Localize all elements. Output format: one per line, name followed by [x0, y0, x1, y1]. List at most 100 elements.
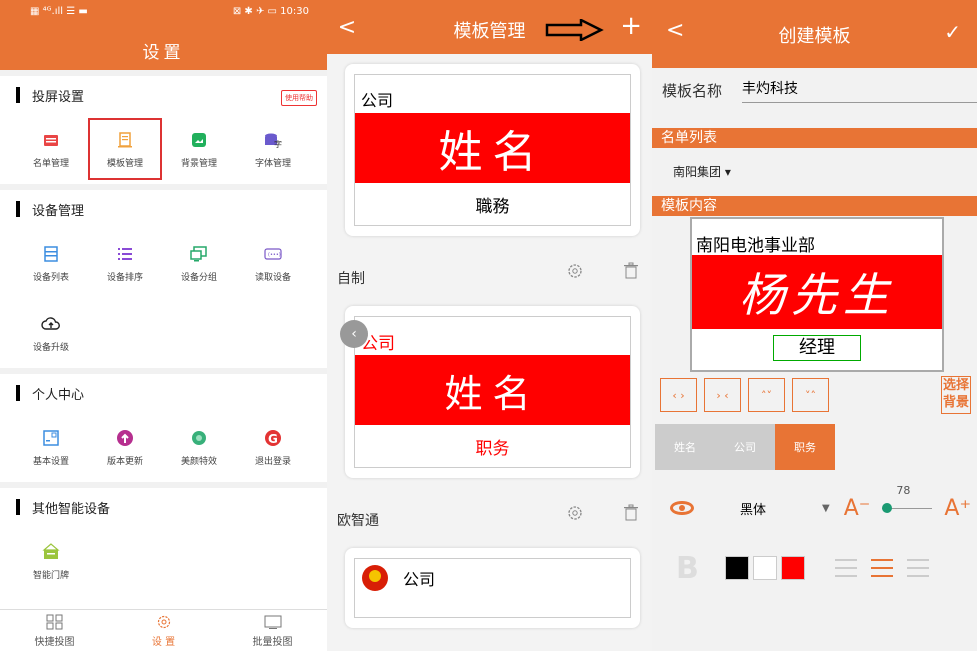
read-device-item[interactable]: (•••) 读取设备 — [236, 244, 310, 283]
trash-icon[interactable] — [622, 262, 640, 280]
gear-icon — [157, 615, 170, 628]
tab-title[interactable]: 职务 — [775, 424, 835, 470]
emblem-icon — [362, 565, 388, 591]
device-grid-row1: 设备列表 设备排序 设备分组 (•••) 读取设备 — [0, 228, 327, 298]
section-label: 投屏设置 — [32, 89, 85, 105]
add-template-button[interactable]: + — [620, 11, 642, 41]
template-card[interactable]: 公司 — [345, 548, 640, 628]
section-personal-center: 个人中心 — [0, 368, 327, 412]
device-list-icon — [44, 245, 58, 262]
template-label: 自制 — [337, 271, 365, 287]
status-left: ▦ ⁴ᴳ.ıll ☰ ▬ — [30, 6, 88, 17]
template-name-label: 模板名称 — [662, 82, 723, 100]
version-update-item[interactable]: 版本更新 — [88, 428, 162, 467]
page-title: 创建模板 — [778, 26, 851, 47]
list-dropdown[interactable]: 南阳集团 ▾ — [673, 163, 731, 180]
align-right-icon[interactable] — [906, 559, 929, 577]
help-button[interactable]: 使用帮助 — [281, 90, 317, 106]
roster-management-item[interactable]: 名单管理 — [14, 130, 88, 169]
beauty-effects-item[interactable]: 美颜特效 — [162, 428, 236, 467]
settings-screen: ▦ ⁴ᴳ.ıll ☰ ▬ ⊠ ✱ ✈ ▭ 10:30 设置 投屏设置 使用帮助 … — [0, 0, 327, 651]
confirm-button[interactable]: ✓ — [944, 20, 961, 44]
chevron-down-icon[interactable]: ▼ — [822, 503, 830, 514]
template-name-row: 模板名称 丰灼科技 — [662, 78, 977, 103]
tab-company[interactable]: 公司 — [715, 424, 775, 470]
list-card-icon — [44, 134, 58, 146]
background-management-item[interactable]: 背景管理 — [162, 130, 236, 169]
slider-knob[interactable] — [882, 503, 893, 513]
device-upgrade-item[interactable]: 设备升级 — [14, 314, 88, 353]
field-tabs: 姓名 公司 职务 — [655, 424, 835, 470]
personal-grid: 基本设置 版本更新 美颜特效 G 退出登录 — [0, 412, 327, 482]
grid-icon — [46, 614, 62, 629]
color-white-swatch[interactable] — [752, 556, 777, 580]
settings-icon[interactable] — [566, 262, 584, 280]
eye-icon[interactable] — [670, 501, 694, 515]
preview-name: 杨先生 — [692, 255, 942, 329]
template-card[interactable]: 公司 姓名 职务 — [345, 306, 640, 478]
section-device-management: 设备管理 — [0, 184, 327, 228]
read-device-icon: (•••) — [264, 247, 282, 260]
template-card[interactable]: 公司 姓名 職務 — [345, 64, 640, 236]
door-sign-icon — [42, 542, 60, 559]
bold-button[interactable]: B — [676, 551, 699, 586]
color-black-swatch[interactable] — [724, 556, 749, 580]
smart-door-sign-item[interactable]: 智能门牌 — [14, 542, 88, 581]
align-left-icon[interactable] — [834, 559, 857, 577]
svg-text:G: G — [268, 432, 278, 446]
increase-font-button[interactable]: A⁺ — [944, 496, 971, 521]
shrink-horizontal-button[interactable]: › ‹ — [704, 378, 741, 412]
font-size-slider[interactable]: 78 — [882, 484, 933, 518]
template-management-item[interactable]: 模板管理 — [88, 118, 162, 180]
list-section-header: 名单列表 — [652, 128, 977, 148]
create-template-screen: < 创建模板 ✓ 模板名称 丰灼科技 名单列表 南阳集团 ▾ 模板内容 南阳电池… — [652, 0, 977, 651]
arrow-annotation-icon — [545, 19, 604, 41]
tab-name[interactable]: 姓名 — [655, 424, 715, 470]
basic-settings-item[interactable]: 基本设置 — [14, 428, 88, 467]
template-title: 职务 — [475, 438, 510, 459]
template-company: 公司 — [361, 334, 395, 354]
screen-icon — [264, 615, 281, 629]
font-controls: 黑体 ▼ A⁻ 78 A⁺ — [670, 480, 977, 536]
group-icon — [190, 245, 207, 261]
shrink-vertical-button[interactable]: ˅˄ — [792, 378, 829, 412]
settings-icon[interactable] — [566, 504, 584, 522]
section-other-devices: 其他智能设备 — [0, 482, 327, 526]
section-label: 个人中心 — [32, 387, 85, 403]
section-label: 设备管理 — [32, 203, 85, 219]
update-icon — [117, 429, 133, 446]
template-preview: 公司 姓名 职务 — [354, 316, 631, 468]
template-name: 姓名 — [355, 355, 630, 425]
expand-vertical-button[interactable]: ˄˅ — [748, 378, 785, 412]
page-title: 设置 — [142, 43, 185, 63]
preview-title: 经理 — [773, 335, 861, 361]
other-devices-grid: 智能门牌 — [0, 526, 327, 596]
template-name: 姓名 — [355, 113, 630, 183]
sort-icon — [118, 247, 132, 260]
decrease-font-button[interactable]: A⁻ — [844, 496, 871, 521]
content-section-header: 模板内容 — [652, 196, 977, 216]
font-select[interactable]: 黑体 — [740, 499, 766, 518]
choose-background-button[interactable]: 选择背景 — [941, 376, 971, 414]
template-name-input[interactable]: 丰灼科技 — [742, 78, 977, 103]
trash-icon[interactable] — [622, 504, 640, 522]
cloud-upload-icon — [41, 316, 60, 330]
expand-horizontal-button[interactable]: ‹ › — [660, 378, 697, 412]
align-center-icon[interactable] — [870, 559, 893, 577]
font-management-item[interactable]: 字 字体管理 — [236, 130, 310, 169]
device-list-item[interactable]: 设备列表 — [14, 244, 88, 283]
tab-settings[interactable]: 设 置 — [109, 610, 218, 651]
tab-quick-cast[interactable]: 快捷投图 — [0, 610, 109, 651]
back-overlay-button[interactable]: ‹ — [340, 320, 368, 348]
tab-batch-cast[interactable]: 批量投图 — [218, 610, 327, 651]
logout-item[interactable]: G 退出登录 — [236, 428, 310, 467]
device-sort-item[interactable]: 设备排序 — [88, 244, 162, 283]
create-header: < 创建模板 ✓ — [652, 0, 977, 68]
color-red-swatch[interactable] — [780, 556, 805, 580]
settings-header: ▦ ⁴ᴳ.ıll ☰ ▬ ⊠ ✱ ✈ ▭ 10:30 设置 — [0, 0, 327, 70]
font-size-value: 78 — [896, 484, 911, 497]
device-group-item[interactable]: 设备分组 — [162, 244, 236, 283]
screen-settings-grid: 名单管理 模板管理 背景管理 字 字体管理 — [0, 114, 327, 184]
template-preview[interactable]: 南阳电池事业部 杨先生 经理 — [690, 217, 944, 372]
template-label: 欧智通 — [337, 513, 379, 529]
